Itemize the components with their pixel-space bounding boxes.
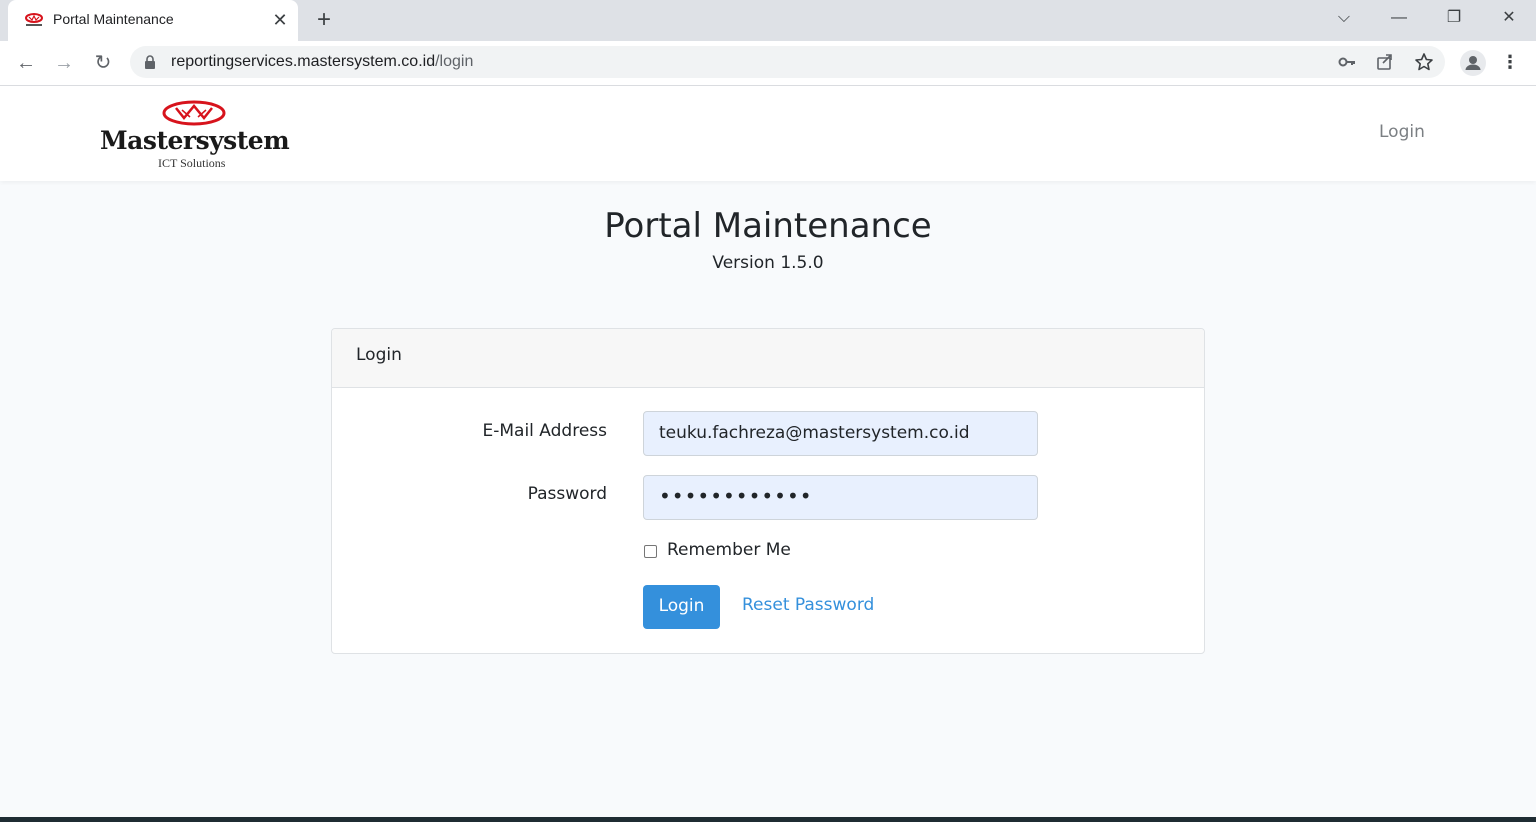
login-button[interactable]: Login	[643, 585, 720, 629]
tab-search-chevron-icon[interactable]: ⌵	[1332, 8, 1356, 28]
navbar-login-link[interactable]: Login	[1379, 122, 1425, 142]
share-icon[interactable]	[1375, 52, 1395, 72]
menu-icon[interactable]: ⋮	[1500, 51, 1520, 75]
browser-tab[interactable]: Portal Maintenance ✕	[8, 0, 298, 41]
profile-icon[interactable]	[1460, 50, 1486, 76]
url-text[interactable]: reportingservices.mastersystem.co.id/log…	[171, 53, 473, 71]
card-header: Login	[332, 329, 1204, 388]
back-icon[interactable]: ←	[14, 51, 38, 75]
forward-icon[interactable]: →	[52, 51, 76, 75]
page-title: Portal Maintenance	[604, 206, 932, 246]
window-close-icon[interactable]: ✕	[1497, 8, 1521, 28]
logo-swoosh-icon	[162, 100, 226, 126]
star-icon[interactable]	[1414, 52, 1434, 72]
email-value: teuku.fachreza@mastersystem.co.id	[659, 423, 970, 443]
minimize-icon[interactable]: —	[1387, 8, 1411, 28]
email-label: E-Mail Address	[482, 421, 607, 441]
tab-close-icon[interactable]: ✕	[270, 10, 290, 30]
new-tab-icon[interactable]: +	[313, 8, 335, 32]
lock-icon[interactable]	[144, 55, 156, 69]
password-field[interactable]: ••••••••••••	[643, 475, 1038, 520]
logo-tagline: ICT Solutions	[158, 156, 226, 170]
version-text: Version 1.5.0	[712, 253, 824, 273]
restore-icon[interactable]: ❐	[1442, 8, 1466, 28]
url-host: reportingservices.mastersystem.co.id	[171, 53, 436, 70]
remember-me-checkbox[interactable]	[644, 545, 657, 558]
mastersystem-logo[interactable]: Mastersystem ICT Solutions	[100, 100, 290, 170]
reload-icon[interactable]: ↻	[91, 51, 115, 75]
browser-toolbar: ← → ↻ reportingservices.mastersystem.co.…	[0, 41, 1536, 86]
remember-me-label[interactable]: Remember Me	[667, 540, 791, 560]
password-value: ••••••••••••	[659, 484, 813, 508]
browser-tab-strip: Portal Maintenance ✕ + ⌵ — ❐ ✕	[0, 0, 1536, 41]
card-title: Login	[356, 345, 402, 365]
email-field[interactable]: teuku.fachreza@mastersystem.co.id	[643, 411, 1038, 456]
person-icon	[1465, 56, 1481, 70]
tab-title: Portal Maintenance	[53, 11, 174, 27]
password-label: Password	[527, 484, 607, 504]
url-path: /login	[435, 53, 474, 70]
reset-password-link[interactable]: Reset Password	[742, 595, 874, 615]
key-icon[interactable]	[1337, 52, 1357, 72]
login-card: Login E-Mail Address teuku.fachreza@mast…	[331, 328, 1205, 654]
taskbar-edge	[0, 817, 1536, 822]
portal-favicon-icon	[25, 13, 43, 26]
site-navbar: Mastersystem ICT Solutions Login	[0, 86, 1536, 181]
logo-wordmark: Mastersystem	[100, 126, 290, 155]
address-bar[interactable]: reportingservices.mastersystem.co.id/log…	[130, 46, 1445, 78]
